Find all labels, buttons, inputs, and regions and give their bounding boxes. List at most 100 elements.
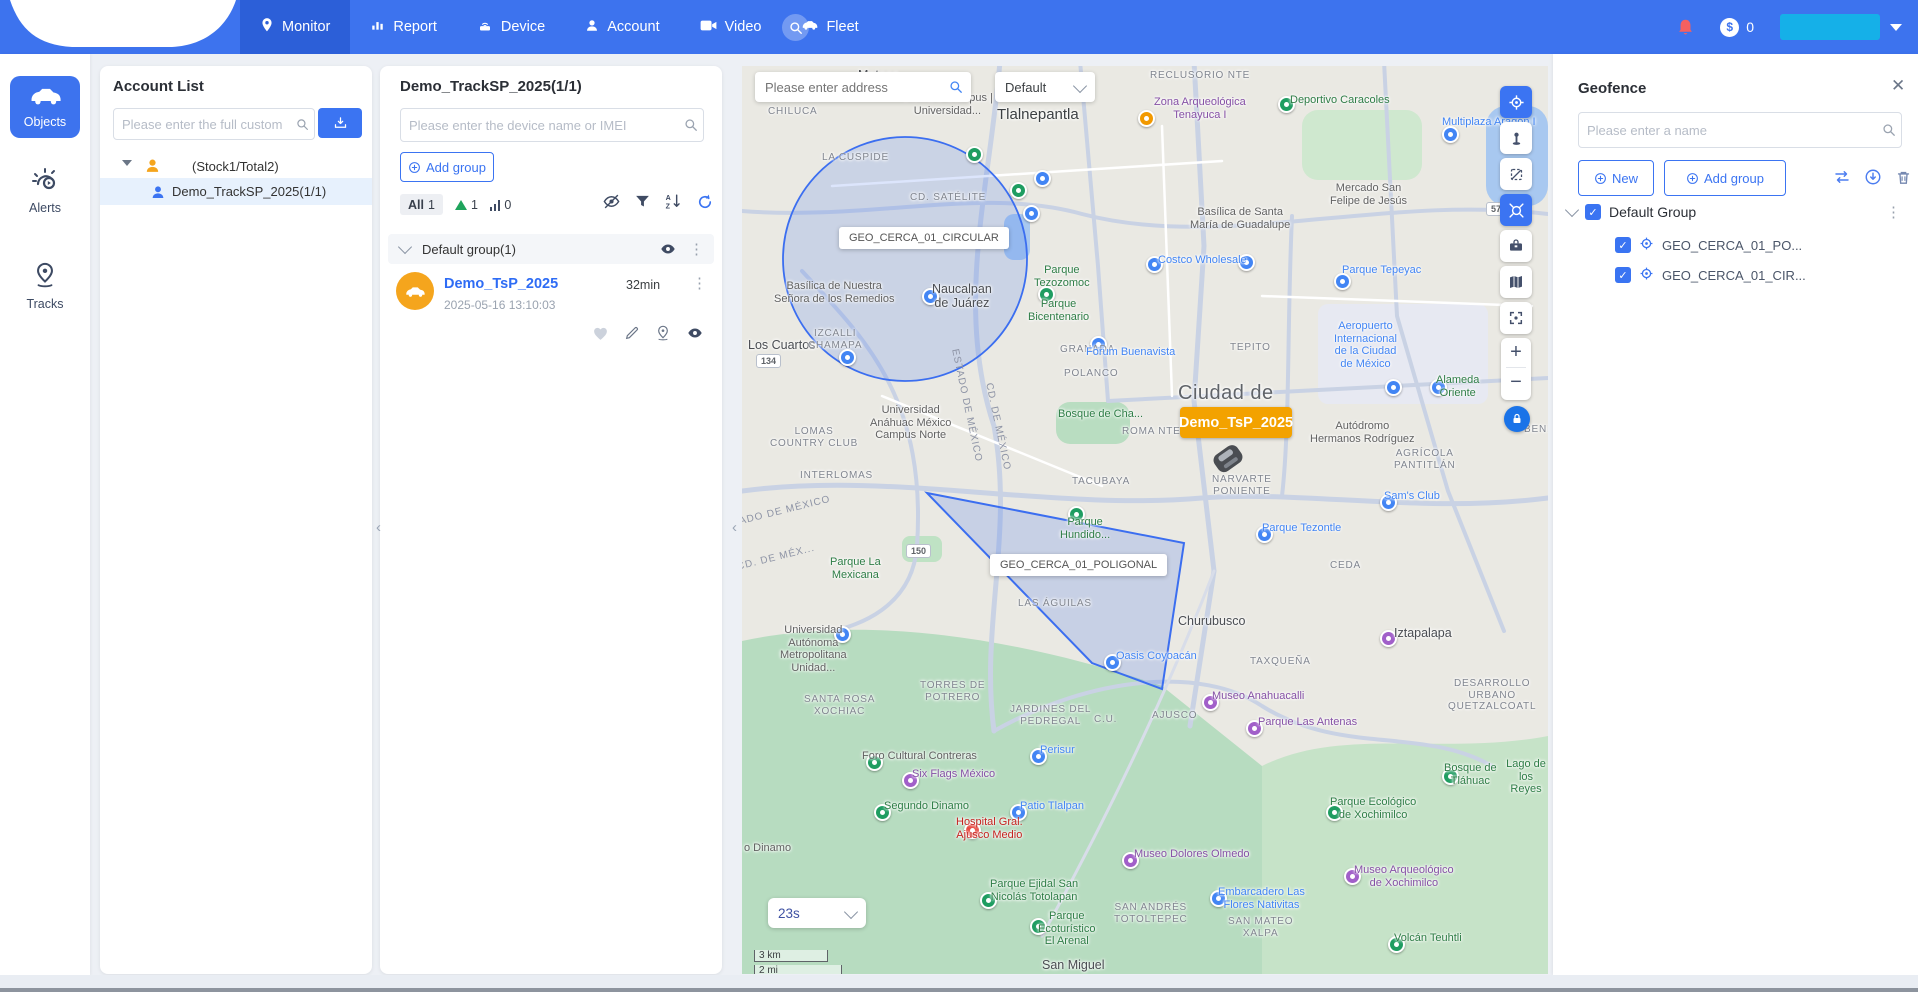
address-search-input[interactable] <box>755 80 949 95</box>
add-geofence-group-button[interactable]: Add group <box>1664 160 1786 196</box>
edit-pencil-icon[interactable] <box>624 325 640 341</box>
map-poi-marker-park[interactable] <box>966 146 983 163</box>
sidebar-item-tracks[interactable]: Tracks <box>10 262 80 311</box>
device-kebab-menu[interactable]: ⋮ <box>692 276 707 291</box>
filter-offline[interactable]: 0 <box>490 198 511 212</box>
close-icon[interactable]: ✕ <box>1891 76 1905 96</box>
plus-circle-icon <box>1686 172 1699 185</box>
zoom-out-button[interactable]: − <box>1501 368 1531 397</box>
collapse-account-panel-handle[interactable]: ‹ <box>372 510 385 544</box>
geofence-item-row[interactable]: ✓ GEO_CERCA_01_PO... <box>1615 236 1905 254</box>
group-kebab-menu[interactable]: ⋮ <box>689 242 704 257</box>
user-name-chip[interactable] <box>1780 14 1880 40</box>
measure-tool-button[interactable] <box>1500 158 1532 190</box>
map-poi-marker-transit[interactable] <box>1023 205 1040 222</box>
map-place-label: C.U. <box>1094 714 1117 726</box>
geofence-group-kebab-menu[interactable]: ⋮ <box>1886 205 1901 220</box>
customer-search-input[interactable] <box>114 117 290 132</box>
circular-geofence-label[interactable]: GEO_CERCA_01_CIRCULAR <box>839 227 1009 249</box>
map-place-label: CEDA <box>1330 560 1361 572</box>
map-place-label: San Miguel <box>1042 958 1105 972</box>
map-place-label: TEPITO <box>1230 342 1271 354</box>
search-icon[interactable] <box>290 118 314 131</box>
geofence-tool-button[interactable] <box>1500 86 1532 118</box>
svg-text:Z: Z <box>666 203 671 211</box>
geofence-checkbox[interactable]: ✓ <box>1615 267 1631 283</box>
add-group-button[interactable]: Add group <box>400 152 494 182</box>
wallet-balance[interactable]: $ 0 <box>1720 18 1754 37</box>
filter-funnel-icon[interactable] <box>634 193 651 210</box>
tree-expand-caret-icon[interactable] <box>122 160 132 166</box>
sort-az-icon[interactable]: AZ <box>664 192 683 211</box>
refresh-interval-select[interactable]: 23s <box>768 898 866 928</box>
zoom-in-button[interactable]: + <box>1501 338 1531 367</box>
online-triangle-icon <box>455 200 467 210</box>
nav-search-icon[interactable] <box>782 14 809 41</box>
group-checkbox[interactable]: ✓ <box>1585 204 1601 220</box>
device-group-header[interactable]: Default group(1) ⋮ <box>388 234 714 264</box>
map-poi-marker-transit[interactable] <box>839 349 856 366</box>
account-tree-root[interactable]: (Stock1/Total2) <box>100 154 372 178</box>
geofence-search-input[interactable] <box>1579 123 1877 138</box>
hide-all-eye-off-icon[interactable] <box>602 192 621 211</box>
sidebar-item-label: Tracks <box>10 297 80 311</box>
import-export-button[interactable] <box>318 108 362 138</box>
map-place-label: Bosque de Cha... <box>1058 408 1143 421</box>
map-layer-select[interactable]: Default <box>995 72 1095 102</box>
vehicle-name-badge[interactable]: Demo_TsP_2025 <box>1180 407 1292 438</box>
map-place-label: SAN ANDRÉS TOTOLTEPEC <box>1114 902 1188 925</box>
device-search-input[interactable] <box>401 118 679 133</box>
device-name-link[interactable]: Demo_TsP_2025 <box>444 276 558 292</box>
search-icon[interactable] <box>679 118 703 132</box>
map-poi-marker-camera[interactable] <box>1138 110 1155 127</box>
playback-pin-icon[interactable] <box>655 325 671 341</box>
map-place-label: Basílica de Santa María de Guadalupe <box>1190 206 1290 231</box>
clear-geofence-button[interactable] <box>1500 194 1532 226</box>
address-search-icon[interactable] <box>949 80 963 94</box>
nav-item-monitor[interactable]: Monitor <box>240 0 350 54</box>
map-type-button[interactable] <box>1500 266 1532 298</box>
street-view-button[interactable] <box>1500 122 1532 154</box>
geofence-checkbox[interactable]: ✓ <box>1615 237 1631 253</box>
sidebar-item-objects[interactable]: Objects <box>10 76 80 138</box>
trash-icon[interactable] <box>1895 169 1912 186</box>
map-poi-marker-park[interactable] <box>1010 182 1027 199</box>
plus-circle-icon <box>1594 172 1607 185</box>
group-visibility-eye-icon[interactable] <box>659 240 677 258</box>
search-icon[interactable] <box>1877 123 1901 137</box>
new-geofence-button[interactable]: New <box>1578 160 1654 196</box>
sidebar-item-alerts[interactable]: Alerts <box>10 166 80 215</box>
nav-item-device[interactable]: Device <box>457 0 565 54</box>
collapse-device-panel-handle[interactable]: ‹ <box>728 510 741 544</box>
polygon-geofence-label[interactable]: GEO_CERCA_01_POLIGONAL <box>990 554 1167 576</box>
map-lock-button[interactable] <box>1504 406 1530 432</box>
import-circle-icon[interactable] <box>1864 168 1882 186</box>
map-place-label: Parque Bicentenario <box>1028 298 1089 323</box>
user-menu-caret-icon[interactable] <box>1890 24 1902 31</box>
map-place-label: TAXQUEÑA <box>1250 656 1311 668</box>
group-collapse-caret-icon[interactable] <box>398 240 412 254</box>
device-search-box <box>400 108 704 142</box>
filter-online[interactable]: 1 <box>455 198 478 212</box>
map-place-label: Parque Tezontle <box>1262 522 1341 535</box>
geofence-item-row[interactable]: ✓ GEO_CERCA_01_CIR... <box>1615 266 1905 284</box>
map-poi-marker-transit[interactable] <box>1385 379 1402 396</box>
notification-bell-icon[interactable] <box>1677 18 1694 37</box>
fullscreen-button[interactable] <box>1500 302 1532 334</box>
filter-all-chip[interactable]: All1 <box>400 194 443 215</box>
geofence-group-row[interactable]: ✓ Default Group ⋮ <box>1567 204 1907 220</box>
account-tree-child-selected[interactable]: Demo_TrackSP_2025(1/1) <box>100 178 372 205</box>
transfer-icon[interactable] <box>1833 168 1851 186</box>
nav-item-video[interactable]: Video <box>680 0 782 54</box>
map-canvas[interactable]: MateosRECLUSORIO NTECHILUCAUNITEC Campus… <box>742 66 1548 974</box>
group-collapse-caret-icon[interactable] <box>1565 203 1579 217</box>
visibility-eye-icon[interactable] <box>686 324 704 342</box>
map-poi-marker-transit[interactable] <box>1034 170 1051 187</box>
geofence-toolbar-icons <box>1833 168 1912 186</box>
nav-item-report[interactable]: Report <box>350 0 457 54</box>
toolbox-button[interactable] <box>1500 230 1532 262</box>
favorite-heart-icon[interactable] <box>592 325 609 342</box>
refresh-icon[interactable] <box>696 193 714 211</box>
nav-item-account[interactable]: Account <box>565 0 679 54</box>
map-place-label: Hospital Gral. Ajusco Medio <box>956 816 1023 841</box>
